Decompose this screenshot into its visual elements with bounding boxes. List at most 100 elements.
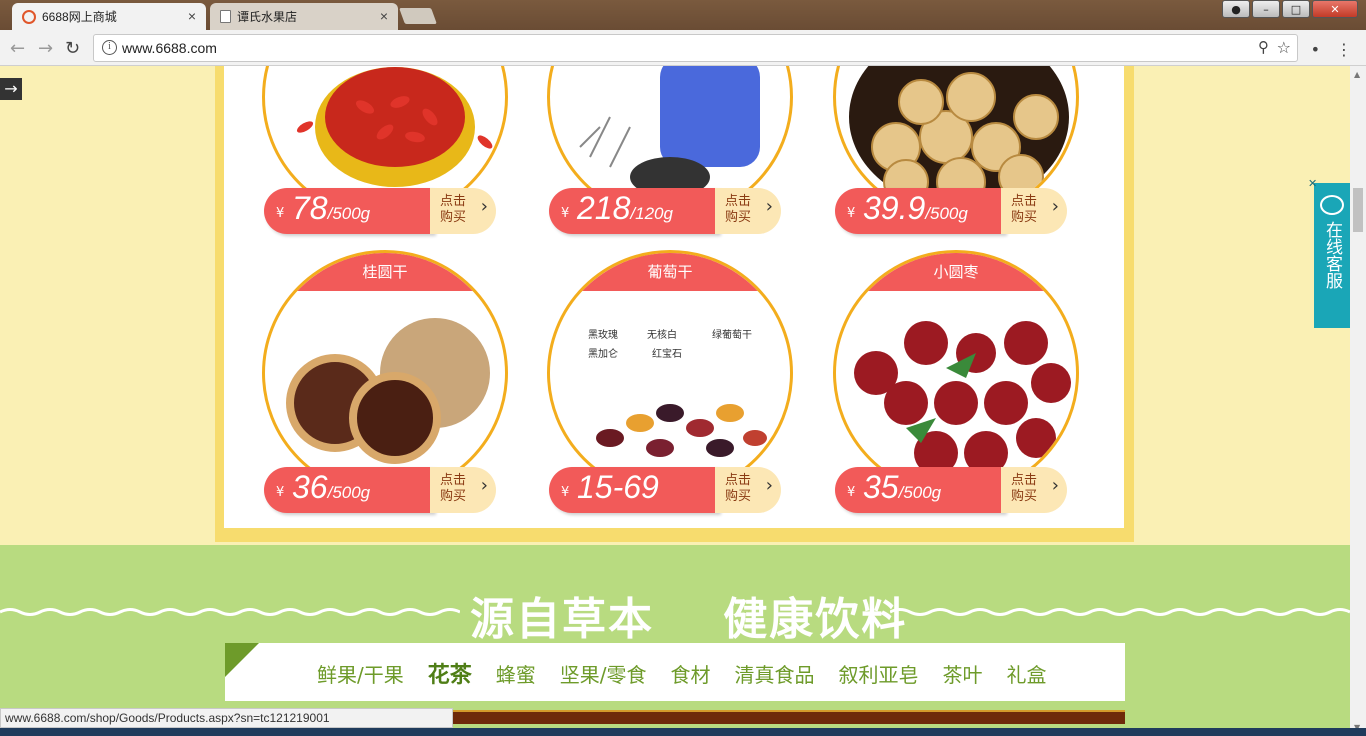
- currency-symbol: ¥: [561, 485, 570, 500]
- currency-symbol: ¥: [847, 206, 856, 221]
- chevron-right-icon: ›: [1051, 475, 1059, 496]
- address-bar[interactable]: i www.6688.com ⚲ ☆: [93, 34, 1298, 62]
- tab-fruit-store[interactable]: 谭氏水果店 ×: [210, 3, 398, 30]
- chevron-right-icon: ›: [480, 475, 488, 496]
- price-value: 39.9: [863, 190, 926, 226]
- price-bar[interactable]: ¥ 35/500g 点击 购买 ›: [835, 467, 1067, 513]
- title-part: 源自草本: [470, 594, 654, 645]
- page-scrollbar[interactable]: ▲ ▼: [1350, 66, 1366, 736]
- buy-button[interactable]: 点击 购买 ›: [430, 467, 496, 513]
- profile-button[interactable]: ●: [1222, 0, 1250, 18]
- category-nav: 鲜果/干果 花茶 蜂蜜 坚果/零食 食材 清真食品 叙利亚皂 茶叶 礼盒: [225, 643, 1125, 701]
- tab-label: 谭氏水果店: [237, 10, 298, 24]
- price-value: 218: [577, 190, 631, 226]
- scroll-up-icon[interactable]: ▲: [1354, 70, 1360, 79]
- raisin-tag: 黑加仑: [588, 347, 618, 360]
- arrow-right-icon[interactable]: →: [0, 78, 22, 100]
- close-icon[interactable]: ✕: [1308, 177, 1317, 190]
- currency-symbol: ¥: [847, 485, 856, 500]
- section-title: 源自草本 健康饮料: [470, 583, 907, 647]
- product-image-dates[interactable]: 小圆枣: [833, 250, 1079, 496]
- nav-item-nuts[interactable]: 坚果/零食: [560, 659, 647, 689]
- nav-item-fruit[interactable]: 鲜果/干果: [317, 659, 404, 689]
- scroll-thumb[interactable]: [1353, 188, 1363, 232]
- corner-ribbon: [225, 643, 259, 677]
- price-pill: ¥ 78/500g: [264, 188, 434, 234]
- price-unit: /500g: [898, 483, 942, 502]
- price-value: 15-69: [577, 469, 659, 505]
- maximize-button[interactable]: □: [1282, 0, 1310, 18]
- chat-label: 在线客服: [1322, 221, 1342, 289]
- price-pill: ¥ 218/120g: [549, 188, 719, 234]
- info-icon[interactable]: i: [102, 40, 117, 55]
- product-image-longan[interactable]: 桂圆干: [262, 250, 508, 496]
- buy-button[interactable]: 点击 购买 ›: [430, 188, 496, 234]
- raisin-tag: 绿葡萄干: [712, 328, 752, 341]
- nav-item-syrian-soap[interactable]: 叙利亚皂: [839, 659, 919, 689]
- price-value: 35: [863, 469, 899, 505]
- price-pill: ¥ 35/500g: [835, 467, 1005, 513]
- banner-strip: [453, 710, 1125, 724]
- page-viewport: → 桂圆干 葡萄干 黑玫瑰 无核白 绿葡萄干 黑加仑 红宝石 小圆枣 ¥ 78/…: [0, 66, 1350, 736]
- price-bar[interactable]: ¥ 78/500g 点击 购买 ›: [264, 188, 496, 234]
- price-bar[interactable]: ¥ 15-69 点击 购买 ›: [549, 467, 781, 513]
- wave-divider-right: [890, 608, 1350, 616]
- currency-symbol: ¥: [276, 206, 285, 221]
- price-unit: /500g: [925, 204, 968, 223]
- price-unit: /120g: [630, 204, 673, 223]
- nav-item-ingredients[interactable]: 食材: [671, 659, 711, 689]
- nav-item-gift-box[interactable]: 礼盒: [1007, 659, 1047, 689]
- bookmark-star-icon[interactable]: ☆: [1277, 38, 1291, 57]
- price-bar[interactable]: ¥ 39.9/500g 点击 购买 ›: [835, 188, 1067, 234]
- currency-symbol: ¥: [276, 485, 285, 500]
- nav-item-flower-tea[interactable]: 花茶: [428, 657, 472, 689]
- online-service-widget[interactable]: ✕ 在线客服: [1308, 177, 1350, 328]
- forward-arrow-icon[interactable]: →: [38, 38, 53, 59]
- menu-icon[interactable]: ⋮: [1336, 40, 1352, 59]
- price-pill: ¥ 15-69: [549, 467, 719, 513]
- buy-button[interactable]: 点击 购买 ›: [715, 188, 781, 234]
- buy-button[interactable]: 点击 购买 ›: [1001, 188, 1067, 234]
- minimize-button[interactable]: –: [1252, 0, 1280, 18]
- raisin-tag: 黑玫瑰: [588, 328, 618, 341]
- raisin-tag: 无核白: [647, 328, 677, 341]
- title-part: 健康饮料: [723, 594, 908, 645]
- tab-close-icon[interactable]: ×: [380, 8, 388, 24]
- price-unit: /500g: [327, 204, 371, 223]
- extension-icon[interactable]: •: [1311, 40, 1320, 59]
- buy-button[interactable]: 点击 购买 ›: [1001, 467, 1067, 513]
- chevron-right-icon: ›: [1051, 196, 1059, 217]
- window-controls: ● – □ ✕: [1222, 0, 1358, 18]
- wave-divider-left: [0, 608, 460, 616]
- currency-symbol: ¥: [561, 206, 570, 221]
- new-tab-button[interactable]: [399, 8, 437, 24]
- tab-label: 6688网上商城: [42, 10, 117, 24]
- zoom-icon[interactable]: ⚲: [1258, 38, 1269, 56]
- price-bar[interactable]: ¥ 36/500g 点击 购买 ›: [264, 467, 496, 513]
- site-favicon-icon: [22, 9, 36, 24]
- chat-bubble-icon: [1320, 195, 1344, 215]
- url-text: www.6688.com: [122, 40, 217, 56]
- tab-6688-mall[interactable]: 6688网上商城 ×: [12, 3, 206, 30]
- status-bar: www.6688.com/shop/Goods/Products.aspx?sn…: [0, 708, 453, 728]
- price-unit: /500g: [327, 483, 371, 502]
- page-icon: [220, 10, 231, 23]
- nav-item-tea[interactable]: 茶叶: [943, 659, 983, 689]
- product-grid: 桂圆干 葡萄干 黑玫瑰 无核白 绿葡萄干 黑加仑 红宝石 小圆枣 ¥ 78/50…: [224, 66, 1124, 528]
- tab-close-icon[interactable]: ×: [188, 8, 196, 24]
- close-window-button[interactable]: ✕: [1312, 0, 1358, 18]
- chevron-right-icon: ›: [765, 475, 773, 496]
- price-pill: ¥ 39.9/500g: [835, 188, 1005, 234]
- taskbar: [0, 728, 1366, 736]
- raisin-tag: 红宝石: [652, 347, 682, 360]
- browser-toolbar: ← → ↻ i www.6688.com ⚲ ☆ • ⋮: [0, 30, 1366, 66]
- nav-item-halal[interactable]: 清真食品: [735, 659, 815, 689]
- price-bar[interactable]: ¥ 218/120g 点击 购买 ›: [549, 188, 781, 234]
- chevron-right-icon: ›: [765, 196, 773, 217]
- buy-button[interactable]: 点击 购买 ›: [715, 467, 781, 513]
- reload-icon[interactable]: ↻: [65, 38, 80, 59]
- nav-item-honey[interactable]: 蜂蜜: [496, 659, 536, 689]
- back-arrow-icon[interactable]: ←: [10, 38, 25, 59]
- product-panel: 桂圆干 葡萄干 黑玫瑰 无核白 绿葡萄干 黑加仑 红宝石 小圆枣 ¥ 78/50…: [215, 66, 1134, 542]
- product-image-raisins[interactable]: 葡萄干 黑玫瑰 无核白 绿葡萄干 黑加仑 红宝石: [547, 250, 793, 496]
